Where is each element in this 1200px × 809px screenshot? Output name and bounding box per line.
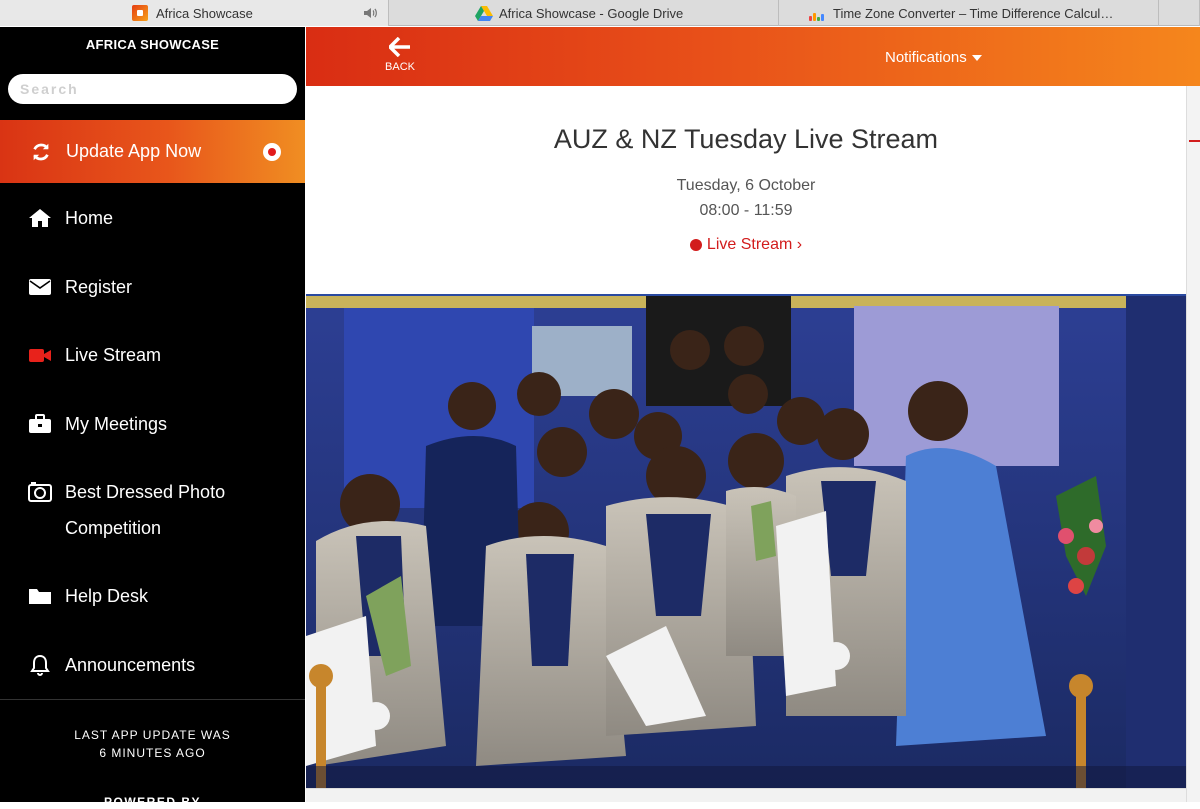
tab-title: Africa Showcase - Google Drive (499, 5, 684, 21)
event-date: Tuesday, 6 October (676, 177, 816, 194)
caret-down-icon (971, 54, 982, 61)
sidebar-divider (0, 699, 305, 700)
refresh-icon (33, 143, 49, 160)
bottom-strip (306, 788, 1186, 802)
sidebar-item-label: My Meetings (65, 414, 168, 434)
envelope-icon (29, 279, 51, 295)
sidebar-item-label: Help Desk (65, 586, 149, 606)
video-camera-icon (29, 349, 51, 362)
sidebar-item-best-dressed-photo[interactable]: Best Dressed Photo Competition (0, 481, 305, 546)
back-button[interactable]: BACK (383, 37, 417, 73)
tab-title: Time Zone Converter – Time Difference Ca… (833, 5, 1114, 21)
browser-tab-google-drive[interactable]: Africa Showcase - Google Drive (389, 0, 779, 26)
notifications-dropdown[interactable]: Notifications (885, 49, 982, 66)
right-scroll-strip (1186, 86, 1200, 802)
last-update-line-1: LAST APP UPDATE WAS (74, 728, 231, 742)
bell-icon (30, 654, 50, 676)
folder-icon (29, 589, 51, 604)
notifications-label: Notifications (885, 49, 967, 66)
live-dot-icon (689, 239, 702, 251)
event-photo (306, 294, 1186, 788)
sidebar-item-label: Register (65, 277, 133, 297)
last-update-notice: LAST APP UPDATE WAS 6 MINUTES AGO (0, 726, 305, 762)
time-zone-converter-icon (809, 5, 825, 21)
sidebar-item-label: Announcements (65, 655, 196, 675)
africa-showcase-icon (132, 5, 148, 21)
sidebar-item-help-desk[interactable]: Help Desk (0, 585, 305, 614)
top-bar: BACK Notifications (306, 27, 1200, 86)
back-label: BACK (385, 61, 415, 73)
browser-tab-bar: Africa Showcase Africa Showcase - Google… (0, 0, 1200, 26)
live-stream-link[interactable]: Live Stream › (306, 236, 1186, 254)
camera-icon (28, 482, 52, 502)
briefcase-icon (29, 414, 51, 433)
browser-tab-empty[interactable] (1159, 0, 1200, 26)
sidebar-item-home[interactable]: Home (0, 207, 305, 236)
group-photo-image (306, 296, 1186, 788)
sidebar-item-label: Live Stream (65, 345, 162, 365)
speaker-icon[interactable] (362, 5, 378, 21)
sidebar-item-register[interactable]: Register (0, 276, 305, 305)
last-update-line-2: 6 MINUTES AGO (99, 746, 206, 760)
browser-tab-africa-showcase[interactable]: Africa Showcase (0, 0, 389, 26)
update-app-button[interactable]: Update App Now (0, 120, 305, 183)
sidebar-item-live-stream[interactable]: Live Stream (0, 344, 305, 373)
browser-tab-time-zone-converter[interactable]: Time Zone Converter – Time Difference Ca… (779, 0, 1159, 26)
live-stream-link-label: Live Stream › (706, 236, 803, 253)
google-drive-icon (475, 5, 493, 21)
sidebar-item-my-meetings[interactable]: My Meetings (0, 413, 305, 442)
powered-by-text: POWERED BY (103, 795, 201, 809)
sidebar: AFRICA SHOWCASE Update App Now Home Regi… (0, 27, 305, 809)
record-dot-icon (263, 143, 281, 161)
tab-title: Africa Showcase (156, 5, 253, 21)
app-brand: AFRICA SHOWCASE (85, 36, 220, 52)
home-icon (29, 209, 51, 227)
sidebar-item-label: Best Dressed Photo Competition (65, 482, 226, 538)
sidebar-item-label: Home (65, 208, 114, 228)
sidebar-item-announcements[interactable]: Announcements (0, 654, 305, 683)
event-title: AUZ & NZ Tuesday Live Stream (553, 124, 939, 154)
update-app-label: Update App Now (66, 141, 202, 161)
event-time: 08:00 - 11:59 (699, 202, 793, 219)
arrow-left-icon (389, 37, 410, 57)
search-input[interactable] (8, 74, 297, 104)
event-header: AUZ & NZ Tuesday Live Stream Tuesday, 6 … (306, 86, 1186, 294)
